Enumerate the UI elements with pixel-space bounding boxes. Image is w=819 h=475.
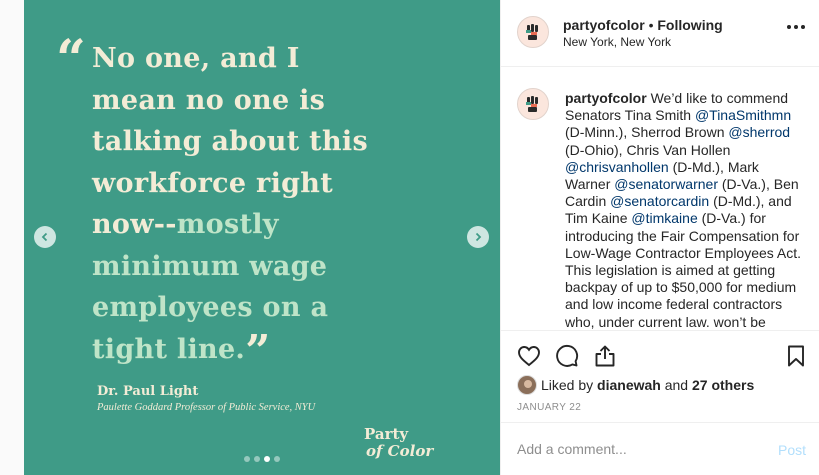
quote-line-part: now--	[92, 209, 177, 240]
heart-icon[interactable]	[517, 344, 541, 368]
quote-line-text: talking about this	[92, 126, 368, 157]
likes-summary: Liked by dianewah and 27 others	[517, 375, 754, 395]
quote-line-text: mean no one is	[92, 84, 326, 116]
action-icons	[517, 344, 617, 368]
share-icon[interactable]	[593, 344, 617, 368]
mention-link[interactable]: @timkaine	[631, 210, 697, 226]
post-location[interactable]: New York, New York	[563, 35, 671, 49]
comment-input[interactable]	[517, 441, 757, 457]
party-of-color-logo: Party of Color	[364, 426, 433, 460]
carousel-dot	[264, 456, 270, 462]
quote-line: minimum wage	[92, 246, 488, 288]
mention-link[interactable]: @TinaSmithmn	[695, 107, 791, 123]
raised-fist-logo-icon	[526, 24, 538, 40]
carousel-indicator	[244, 456, 280, 462]
mention-link[interactable]: @sherrod	[728, 124, 790, 140]
quote-text: No one, and I mean no one is talking about…	[58, 38, 488, 373]
mention-link[interactable]: @chrisvanhollen	[565, 159, 669, 175]
likes-count-link[interactable]: 27 others	[692, 377, 754, 393]
quote-line-text: minimum wage	[92, 250, 328, 282]
caption-area: partyofcolor We’d like to commend Senato…	[501, 68, 819, 330]
quote-line: No one, and I	[92, 38, 488, 80]
quote-line: employees on a	[92, 287, 488, 329]
open-quote-mark: “	[56, 29, 86, 90]
carousel-prev-button[interactable]	[34, 226, 56, 248]
quote-block: “ No one, and Imean no one is talking abo…	[56, 34, 488, 374]
post-actions: Liked by dianewah and 27 others JANUARY …	[501, 330, 819, 422]
avatar[interactable]	[517, 16, 549, 48]
header-username[interactable]: partyofcolor	[563, 17, 645, 33]
header-separator: •	[644, 17, 658, 33]
caption-text-segment: (D-Ohio), Chris Van Hollen	[565, 141, 731, 158]
post-header: partyofcolor • Following New York, New Y…	[501, 0, 819, 67]
quote-attribution: Dr. Paul Light Paulette Goddard Professo…	[97, 384, 315, 413]
liker-avatar[interactable]	[517, 375, 537, 395]
carousel-dot	[274, 456, 280, 462]
mention-link[interactable]: @senatorwarner	[614, 176, 718, 192]
quote-line-text: tight line.	[92, 333, 246, 365]
liked-by-and: and	[660, 377, 692, 393]
caption-text-segment: (D-Minn.), Sherrod Brown	[565, 124, 729, 141]
quote-line-part: mostly	[176, 209, 279, 240]
quote-line: mean no one is	[92, 80, 488, 122]
chevron-left-icon	[41, 232, 48, 242]
attribution-title: Paulette Goddard Professor of Public Ser…	[97, 402, 316, 413]
caption-username[interactable]: partyofcolor	[565, 90, 647, 106]
post-image[interactable]: “ No one, and I mean no one is talking abo…	[24, 0, 500, 475]
more-options-icon[interactable]	[787, 25, 805, 29]
comment-icon[interactable]	[555, 344, 579, 368]
quote-line-text: workforce right	[92, 167, 334, 199]
quote-line-text: No one, and I	[92, 43, 300, 74]
close-quote-mark: ”	[245, 325, 271, 377]
header-user-line: partyofcolor • Following	[563, 17, 723, 33]
comment-row: Post	[501, 422, 819, 475]
carousel-dot	[254, 456, 260, 462]
bookmark-icon	[788, 345, 804, 367]
mention-link[interactable]: @senatorcardin	[610, 193, 709, 209]
post-date[interactable]: JANUARY 22	[517, 402, 581, 413]
carousel-dot	[244, 456, 250, 462]
liked-by-prefix: Liked by	[541, 377, 594, 393]
quote-line: tight line.”	[92, 329, 488, 373]
save-button[interactable]	[784, 344, 808, 373]
raised-fist-logo-icon	[526, 96, 538, 112]
caption-text: partyofcolor We’d like to commend Senato…	[565, 90, 805, 330]
logo-line-1: Party	[364, 425, 409, 443]
quote-line: workforce right	[92, 163, 488, 205]
chevron-right-icon	[475, 232, 482, 242]
quote-line-text: employees on a	[92, 292, 329, 323]
logo-line-2: of Color	[366, 442, 434, 460]
following-button[interactable]: Following	[657, 17, 722, 33]
quote-line: now--mostly	[92, 204, 488, 246]
caption-avatar[interactable]	[517, 88, 549, 120]
carousel-next-button[interactable]	[467, 226, 489, 248]
liked-by-user[interactable]: dianewah	[597, 377, 661, 393]
caption-text-segment: (D-Va.) for introducing the Fair Compens…	[565, 210, 802, 330]
post-comment-button[interactable]: Post	[778, 442, 806, 458]
page-gutter	[0, 0, 24, 475]
post-details-panel: partyofcolor • Following New York, New Y…	[500, 0, 819, 475]
quote-line: talking about this	[92, 121, 488, 163]
attribution-name: Dr. Paul Light	[97, 384, 199, 399]
